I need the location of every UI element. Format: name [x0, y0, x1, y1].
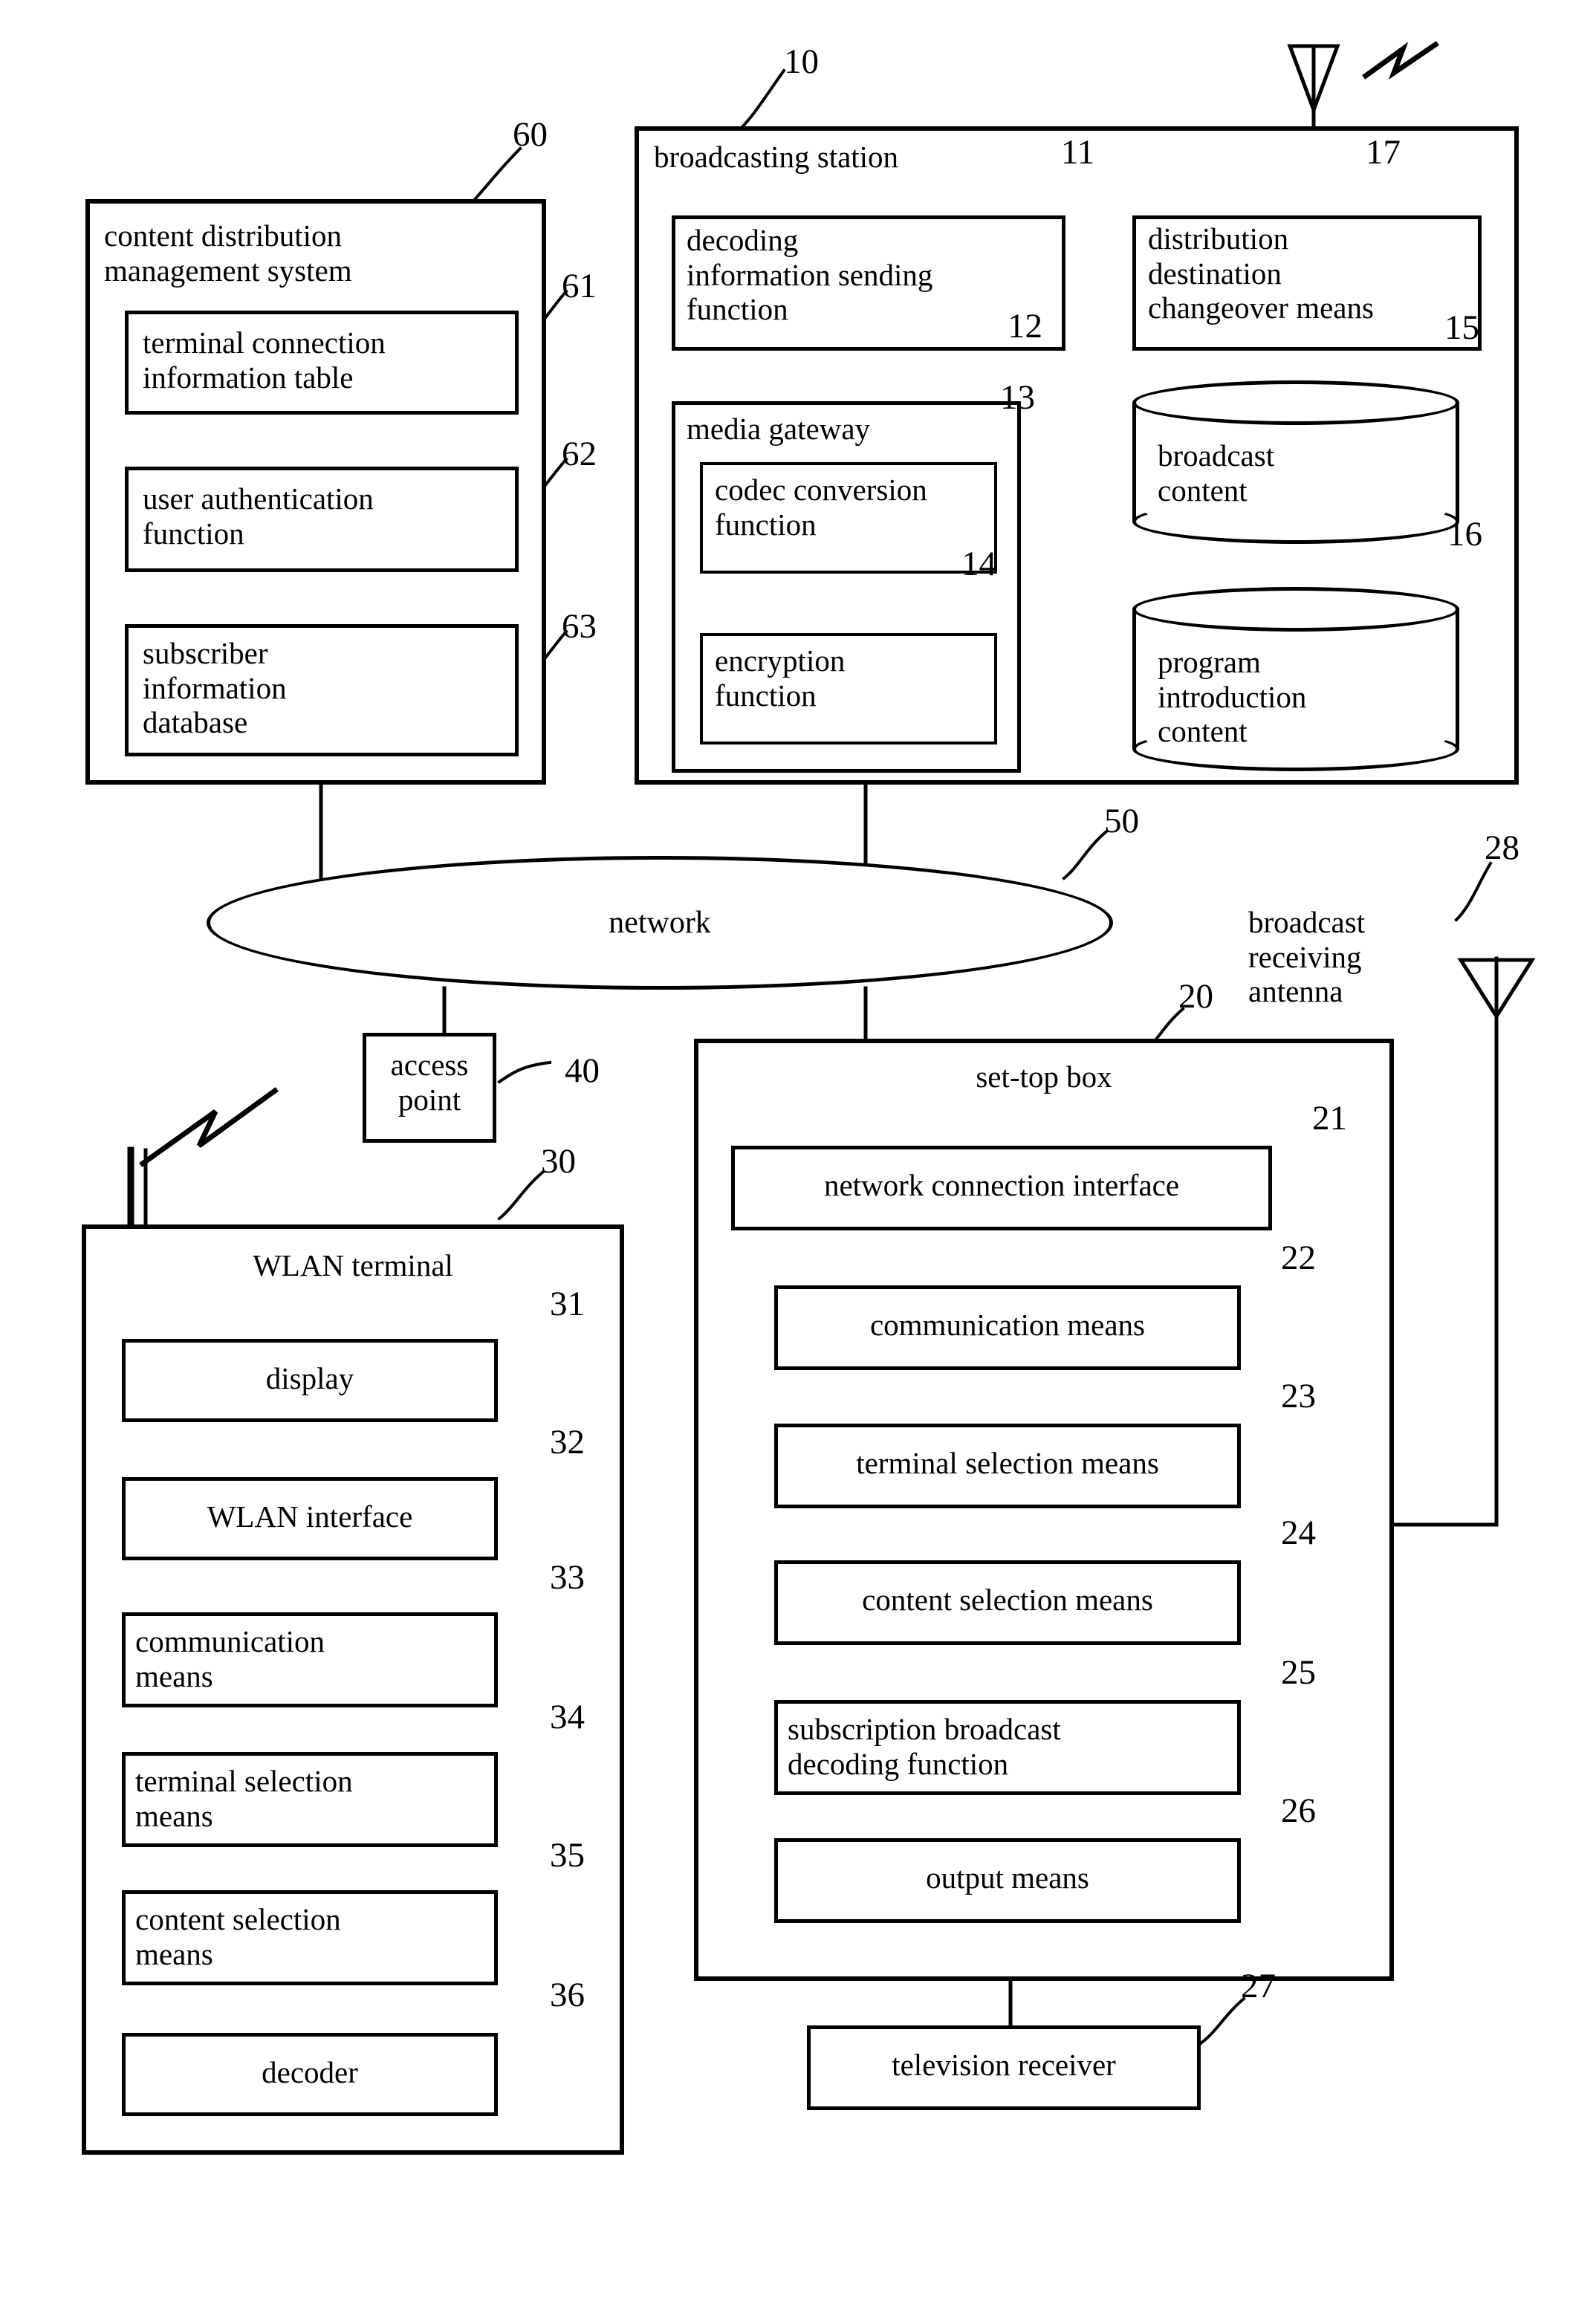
- stb-terminal-selection-means-label: terminal selection means: [856, 1446, 1159, 1480]
- broadcast-content-database: broadcast content: [1132, 380, 1459, 544]
- stb-content-selection-means-label: content selection means: [862, 1583, 1153, 1617]
- ref-30: 30: [541, 1142, 576, 1181]
- ref-26: 26: [1281, 1791, 1316, 1830]
- wlan-decoder-label: decoder: [262, 2055, 358, 2089]
- wlan-display-label: display: [265, 1361, 354, 1395]
- ref-28: 28: [1485, 828, 1519, 867]
- ref-27: 27: [1241, 1967, 1276, 2005]
- wlan-terminal-title: WLAN terminal: [253, 1248, 453, 1282]
- distribution-destination-changeover-means-label: distribution destination changeover mean…: [1148, 221, 1374, 325]
- wlan-communication-means-label: communication means: [135, 1624, 325, 1693]
- ref-32: 32: [550, 1423, 585, 1461]
- stb-subscription-broadcast-decoding-function-label: subscription broadcast decoding function: [788, 1712, 1061, 1781]
- television-receiver-label: television receiver: [892, 2048, 1116, 2082]
- broadcast-receiving-antenna-label: broadcast receiving antenna: [1248, 905, 1366, 1009]
- set-top-box-title: set-top box: [976, 1060, 1112, 1094]
- ref-24: 24: [1281, 1513, 1316, 1552]
- ref-36: 36: [550, 1976, 585, 2014]
- broadcasting-station-title: broadcasting station: [654, 140, 899, 174]
- wlan-content-selection-means-label: content selection means: [135, 1902, 341, 1971]
- ref-34: 34: [550, 1698, 585, 1736]
- stb-output-means-label: output means: [926, 1860, 1089, 1895]
- figure-canvas: content distribution management system t…: [0, 0, 1596, 2310]
- ref-22: 22: [1281, 1239, 1316, 1277]
- ref-25: 25: [1281, 1653, 1316, 1692]
- ref-21: 21: [1312, 1099, 1347, 1138]
- ref-17: 17: [1366, 133, 1401, 172]
- ref-62: 62: [562, 435, 597, 473]
- ref-50: 50: [1104, 802, 1139, 840]
- ref-31: 31: [550, 1285, 585, 1323]
- ref-60: 60: [513, 115, 548, 154]
- ref-12: 12: [1008, 307, 1042, 345]
- network-label: network: [609, 906, 711, 940]
- ref-16: 16: [1447, 515, 1482, 554]
- ref-40: 40: [565, 1051, 600, 1090]
- ref-15: 15: [1444, 308, 1479, 347]
- ref-63: 63: [562, 607, 597, 646]
- ref-20: 20: [1178, 977, 1213, 1016]
- terminal-connection-information-table-label: terminal connection information table: [143, 325, 386, 395]
- ref-14: 14: [961, 545, 996, 583]
- ref-11: 11: [1061, 133, 1095, 172]
- stb-communication-means-label: communication means: [869, 1308, 1146, 1342]
- network-cloud: network: [207, 856, 1113, 990]
- stb-network-connection-interface-label: network connection interface: [823, 1168, 1180, 1202]
- media-gateway-label: media gateway: [687, 412, 871, 446]
- ref-35: 35: [550, 1836, 585, 1875]
- user-authentication-function-label: user authentication function: [143, 481, 374, 551]
- program-introduction-content-label: program introduction content: [1158, 645, 1307, 749]
- program-introduction-content-database: program introduction content: [1132, 587, 1459, 771]
- cdms-title: content distribution management system: [104, 218, 352, 288]
- subscriber-information-database-label: subscriber information database: [143, 636, 287, 740]
- ref-61: 61: [562, 267, 597, 305]
- ref-23: 23: [1281, 1377, 1316, 1415]
- ref-10: 10: [784, 42, 819, 81]
- ref-33: 33: [550, 1558, 585, 1597]
- encryption-function-label: encryption function: [715, 643, 846, 713]
- wlan-terminal-selection-means-label: terminal selection means: [135, 1764, 353, 1833]
- ref-13: 13: [1000, 378, 1035, 417]
- broadcast-content-label: broadcast content: [1158, 438, 1275, 507]
- access-point-label: access point: [390, 1048, 469, 1117]
- codec-conversion-function-label: codec conversion function: [715, 473, 927, 542]
- wlan-interface-label: WLAN interface: [207, 1499, 413, 1534]
